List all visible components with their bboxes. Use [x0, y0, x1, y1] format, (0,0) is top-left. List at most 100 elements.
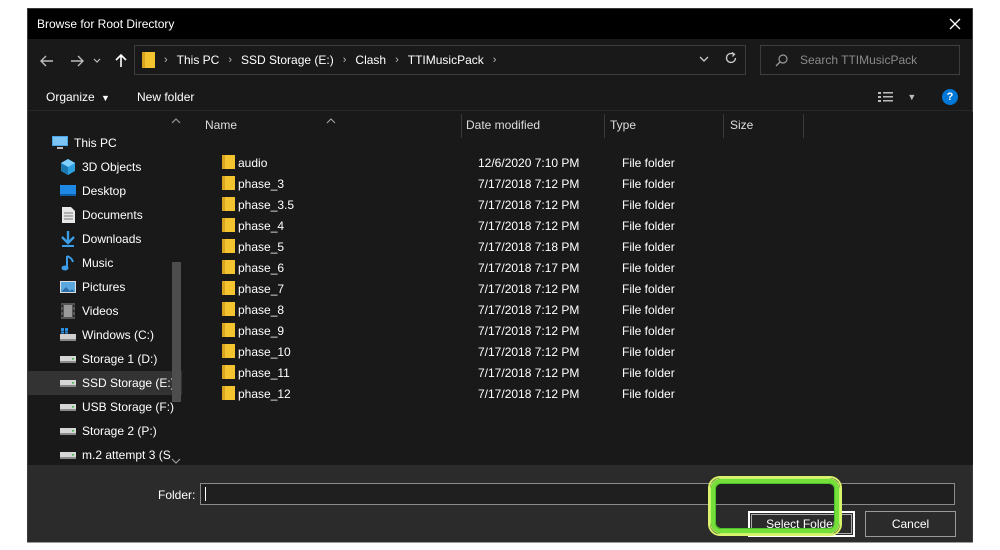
drive-icon [60, 423, 76, 439]
sidebar-item-label: 3D Objects [82, 160, 142, 174]
organize-chevron-icon: ▼ [101, 93, 110, 103]
organize-menu[interactable]: Organize ▼ [46, 90, 110, 104]
sidebar-item-label: Storage 2 (P:) [82, 424, 157, 438]
file-type: File folder [622, 177, 675, 191]
breadcrumb-clash[interactable]: Clash [355, 53, 386, 67]
breadcrumb-this-pc[interactable]: This PC [177, 53, 220, 67]
sidebar-item-usb-storage-f[interactable]: USB Storage (F:) [28, 395, 182, 419]
title-bar: Browse for Root Directory [28, 9, 972, 39]
window-title: Browse for Root Directory [37, 17, 175, 31]
recent-dropdown-icon[interactable] [91, 51, 103, 71]
sidebar-item-ssd-storage-e[interactable]: SSD Storage (E:) [28, 371, 182, 395]
table-row[interactable]: phase_12 7/17/2018 7:12 PM File folder [188, 383, 788, 404]
breadcrumb-ttimusicpack[interactable]: TTIMusicPack [408, 53, 484, 67]
search-box[interactable] [760, 45, 960, 75]
folder-icon [222, 239, 235, 253]
file-date: 7/17/2018 7:12 PM [478, 324, 580, 338]
table-row[interactable]: phase_7 7/17/2018 7:12 PM File folder [188, 278, 788, 299]
desktop-icon [60, 183, 76, 199]
scroll-up-chevron-icon[interactable] [171, 116, 181, 126]
sidebar-item-this-pc[interactable]: This PC [28, 131, 182, 155]
navigation-pane: This PC 3D Objects Desktop Documents Downloa… [28, 112, 188, 465]
navigation-bar: › This PC › SSD Storage (E:) › Clash › T… [28, 39, 972, 83]
forward-arrow-icon[interactable] [67, 51, 87, 71]
sidebar-item-windows-c[interactable]: Windows (C:) [28, 323, 182, 347]
close-icon[interactable] [938, 9, 972, 39]
refresh-icon[interactable] [724, 51, 738, 69]
videos-icon [60, 303, 76, 319]
sidebar-item-label: Documents [82, 208, 143, 222]
view-options-icon[interactable]: ▼ [878, 89, 916, 103]
scrollbar-thumb[interactable] [172, 262, 181, 402]
text-caret [205, 487, 206, 501]
table-row[interactable]: phase_6 7/17/2018 7:17 PM File folder [188, 257, 788, 278]
file-name: phase_9 [238, 324, 285, 338]
sidebar-item-desktop[interactable]: Desktop [28, 179, 182, 203]
pc-icon [52, 135, 68, 151]
back-arrow-icon[interactable] [37, 51, 57, 71]
file-name: phase_7 [238, 282, 285, 296]
file-name: phase_8 [238, 303, 285, 317]
view-dropdown-chevron-icon: ▼ [907, 92, 917, 102]
sidebar-item-storage-2-p[interactable]: Storage 2 (P:) [28, 419, 182, 443]
table-row[interactable]: phase_5 7/17/2018 7:18 PM File folder [188, 236, 788, 257]
sidebar-item-m-2-attempt-3-s[interactable]: m.2 attempt 3 (S [28, 443, 182, 465]
drive-icon [60, 375, 76, 391]
file-type: File folder [622, 345, 675, 359]
sidebar-item-music[interactable]: Music [28, 251, 182, 275]
search-input[interactable] [800, 53, 950, 67]
file-name: phase_11 [238, 366, 290, 380]
column-header-date[interactable]: Date modified [466, 112, 540, 138]
breadcrumb-ssd-storage[interactable]: SSD Storage (E:) [241, 53, 334, 67]
table-row[interactable]: phase_10 7/17/2018 7:12 PM File folder [188, 341, 788, 362]
file-date: 7/17/2018 7:12 PM [478, 345, 580, 359]
table-row[interactable]: phase_9 7/17/2018 7:12 PM File folder [188, 320, 788, 341]
new-folder-button[interactable]: New folder [137, 90, 194, 104]
sidebar-item-downloads[interactable]: Downloads [28, 227, 182, 251]
table-row[interactable]: phase_8 7/17/2018 7:12 PM File folder [188, 299, 788, 320]
file-type: File folder [622, 219, 675, 233]
folder-icon [222, 155, 235, 169]
column-divider[interactable] [723, 114, 724, 138]
pictures-icon [60, 279, 76, 295]
windows-drive-icon [60, 327, 76, 343]
file-list: Name Date modified Type Size audio 12/6/2… [188, 112, 973, 465]
file-date: 7/17/2018 7:12 PM [478, 303, 580, 317]
file-type: File folder [622, 240, 675, 254]
cube-icon [60, 159, 76, 175]
navigation-scrollbar[interactable] [169, 112, 184, 465]
breadcrumb-separator-icon[interactable]: › [493, 54, 497, 66]
sidebar-item-documents[interactable]: Documents [28, 203, 182, 227]
column-header-name-label: Name [205, 118, 238, 132]
column-header-type[interactable]: Type [610, 112, 636, 138]
sidebar-item-label: Desktop [82, 184, 127, 198]
table-row[interactable]: audio 12/6/2020 7:10 PM File folder [188, 152, 788, 173]
column-divider[interactable] [461, 114, 462, 138]
sidebar-item-pictures[interactable]: Pictures [28, 275, 182, 299]
help-icon[interactable]: ? [942, 89, 958, 105]
sidebar-item-storage-1-d[interactable]: Storage 1 (D:) [28, 347, 182, 371]
column-divider[interactable] [604, 114, 605, 138]
cancel-button[interactable]: Cancel [865, 511, 956, 537]
table-row[interactable]: phase_3.5 7/17/2018 7:12 PM File folder [188, 194, 788, 215]
sidebar-item-3d-objects[interactable]: 3D Objects [28, 155, 182, 179]
table-row[interactable]: phase_11 7/17/2018 7:12 PM File folder [188, 362, 788, 383]
sidebar-item-videos[interactable]: Videos [28, 299, 182, 323]
breadcrumb-separator-icon: › [342, 54, 347, 66]
sidebar-item-label: USB Storage (F:) [82, 400, 175, 414]
organize-label: Organize [46, 90, 95, 104]
file-name: phase_6 [238, 261, 285, 275]
column-header-size[interactable]: Size [730, 112, 753, 138]
up-arrow-icon[interactable] [111, 51, 131, 71]
address-bar[interactable]: › This PC › SSD Storage (E:) › Clash › T… [134, 45, 746, 75]
column-divider[interactable] [803, 114, 804, 138]
sidebar-item-label: Pictures [82, 280, 126, 294]
breadcrumb-separator-icon: › [228, 54, 233, 66]
document-icon [60, 207, 76, 223]
sort-ascending-icon [326, 113, 336, 127]
file-date: 7/17/2018 7:18 PM [478, 240, 580, 254]
address-history-chevron-icon[interactable] [699, 54, 709, 66]
file-date: 7/17/2018 7:12 PM [478, 198, 580, 212]
table-row[interactable]: phase_4 7/17/2018 7:12 PM File folder [188, 215, 788, 236]
table-row[interactable]: phase_3 7/17/2018 7:12 PM File folder [188, 173, 788, 194]
